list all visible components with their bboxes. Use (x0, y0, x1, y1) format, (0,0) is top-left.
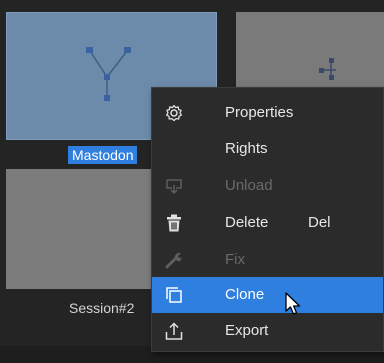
menu-item-label: Properties (225, 104, 294, 121)
menu-item-clone[interactable]: Clone (152, 277, 383, 313)
menu-item-label: Rights (225, 140, 268, 157)
menu-item-label: Unload (225, 177, 273, 194)
menu-item-unload: Unload (152, 168, 383, 204)
menu-item-delete[interactable]: Delete Del (152, 205, 383, 241)
menu-item-properties[interactable]: Properties (152, 95, 383, 131)
menu-item-label: Delete (225, 214, 269, 231)
viewer-screen: Mastodon Session#2 Properties Rights Unl… (0, 0, 384, 363)
menu-item-label: Clone (225, 286, 265, 303)
thumbnail-caption-session[interactable]: Session#2 (69, 300, 134, 316)
menu-item-label: Export (225, 322, 269, 339)
clone-icon (166, 287, 182, 303)
wrench-icon (165, 252, 182, 269)
menu-item-export[interactable]: Export (152, 313, 383, 349)
menu-item-rights[interactable]: Rights (152, 131, 383, 167)
thumbnail-caption-mastodon[interactable]: Mastodon (68, 146, 138, 164)
context-menu: Properties Rights Unload Delete Del Fix … (151, 87, 384, 352)
gear-icon (165, 104, 183, 122)
export-icon (165, 322, 183, 340)
menu-item-fix: Fix (152, 242, 383, 278)
unload-icon (166, 179, 182, 195)
menu-item-shortcut: Del (308, 214, 331, 231)
mouse-cursor-icon (285, 292, 301, 315)
trash-icon (167, 214, 181, 232)
menu-item-label: Fix (225, 251, 245, 268)
